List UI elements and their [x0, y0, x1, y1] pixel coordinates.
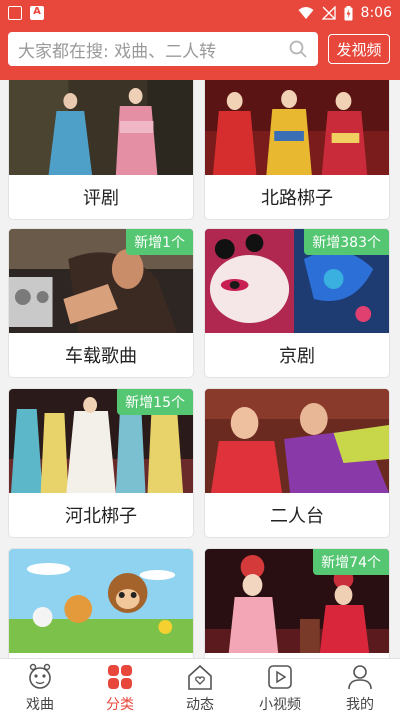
status-bar: A 8:06 [0, 0, 400, 26]
play-video-icon [268, 665, 292, 689]
wifi-icon [298, 7, 314, 19]
tab-label: 动态 [186, 697, 214, 713]
new-count-badge: 新增1个 [126, 229, 193, 255]
category-card-errentai[interactable]: 二人台 [204, 388, 390, 538]
search-placeholder: 大家都在搜: 戏曲、二人转 [18, 41, 217, 62]
category-label: 北路梆子 [261, 188, 333, 209]
new-count-badge: 新增74个 [313, 549, 389, 575]
bottom-tab-bar: 戏曲 分类 动态 小视频 我的 [0, 658, 400, 717]
category-thumbnail [9, 549, 193, 653]
category-thumbnail: 新增15个 [9, 389, 193, 493]
new-count-badge: 新增383个 [304, 229, 389, 255]
category-card-opera-stage[interactable]: 新增74个 [204, 548, 390, 658]
category-card-cartoon[interactable] [8, 548, 194, 658]
house-heart-icon [188, 664, 212, 690]
tab-short-video[interactable]: 小视频 [240, 659, 320, 717]
category-label: 车载歌曲 [65, 346, 137, 367]
search-icon[interactable] [288, 39, 308, 59]
category-thumbnail [205, 80, 389, 175]
search-input[interactable]: 大家都在搜: 戏曲、二人转 [8, 32, 318, 66]
battery-charging-icon [344, 5, 353, 20]
category-card-jingju[interactable]: 新增383个 京剧 [204, 228, 390, 378]
notification-square-icon [8, 6, 22, 20]
tab-category[interactable]: 分类 [80, 659, 160, 717]
category-card-pingju[interactable]: 评剧 [8, 80, 194, 220]
tab-mine[interactable]: 我的 [320, 659, 400, 717]
tab-label: 小视频 [259, 697, 301, 713]
new-count-badge: 新增15个 [117, 389, 193, 415]
category-card-beilu-bangzi[interactable]: 北路梆子 [204, 80, 390, 220]
tab-label: 我的 [346, 697, 374, 713]
tab-label: 分类 [106, 697, 134, 713]
category-grid-icon [108, 665, 132, 689]
category-grid: 评剧 北路梆子 新增1个 车载歌曲 新增383个 京剧 新增15个 河北梆子 二… [0, 80, 400, 658]
tab-label: 戏曲 [26, 697, 54, 713]
tab-dynamic[interactable]: 动态 [160, 659, 240, 717]
category-card-hebei-bangzi[interactable]: 新增15个 河北梆子 [8, 388, 194, 538]
category-thumbnail: 新增74个 [205, 549, 389, 653]
category-label: 京剧 [279, 346, 315, 367]
app-header: A 8:06 大家都在搜: 戏曲、二人转 发视频 [0, 0, 400, 80]
category-card-car-songs[interactable]: 新增1个 车载歌曲 [8, 228, 194, 378]
publish-video-button[interactable]: 发视频 [328, 34, 390, 64]
category-label: 评剧 [83, 188, 119, 209]
no-signal-icon [321, 6, 336, 20]
category-label: 河北梆子 [65, 506, 137, 527]
category-thumbnail: 新增1个 [9, 229, 193, 333]
category-thumbnail [9, 80, 193, 175]
category-thumbnail [205, 389, 389, 493]
status-time: 8:06 [360, 5, 392, 21]
user-icon [348, 665, 372, 690]
opera-face-icon [29, 663, 51, 689]
category-label: 二人台 [270, 506, 324, 527]
category-thumbnail: 新增383个 [205, 229, 389, 333]
tab-opera[interactable]: 戏曲 [0, 659, 80, 717]
app-a-icon: A [30, 6, 44, 20]
